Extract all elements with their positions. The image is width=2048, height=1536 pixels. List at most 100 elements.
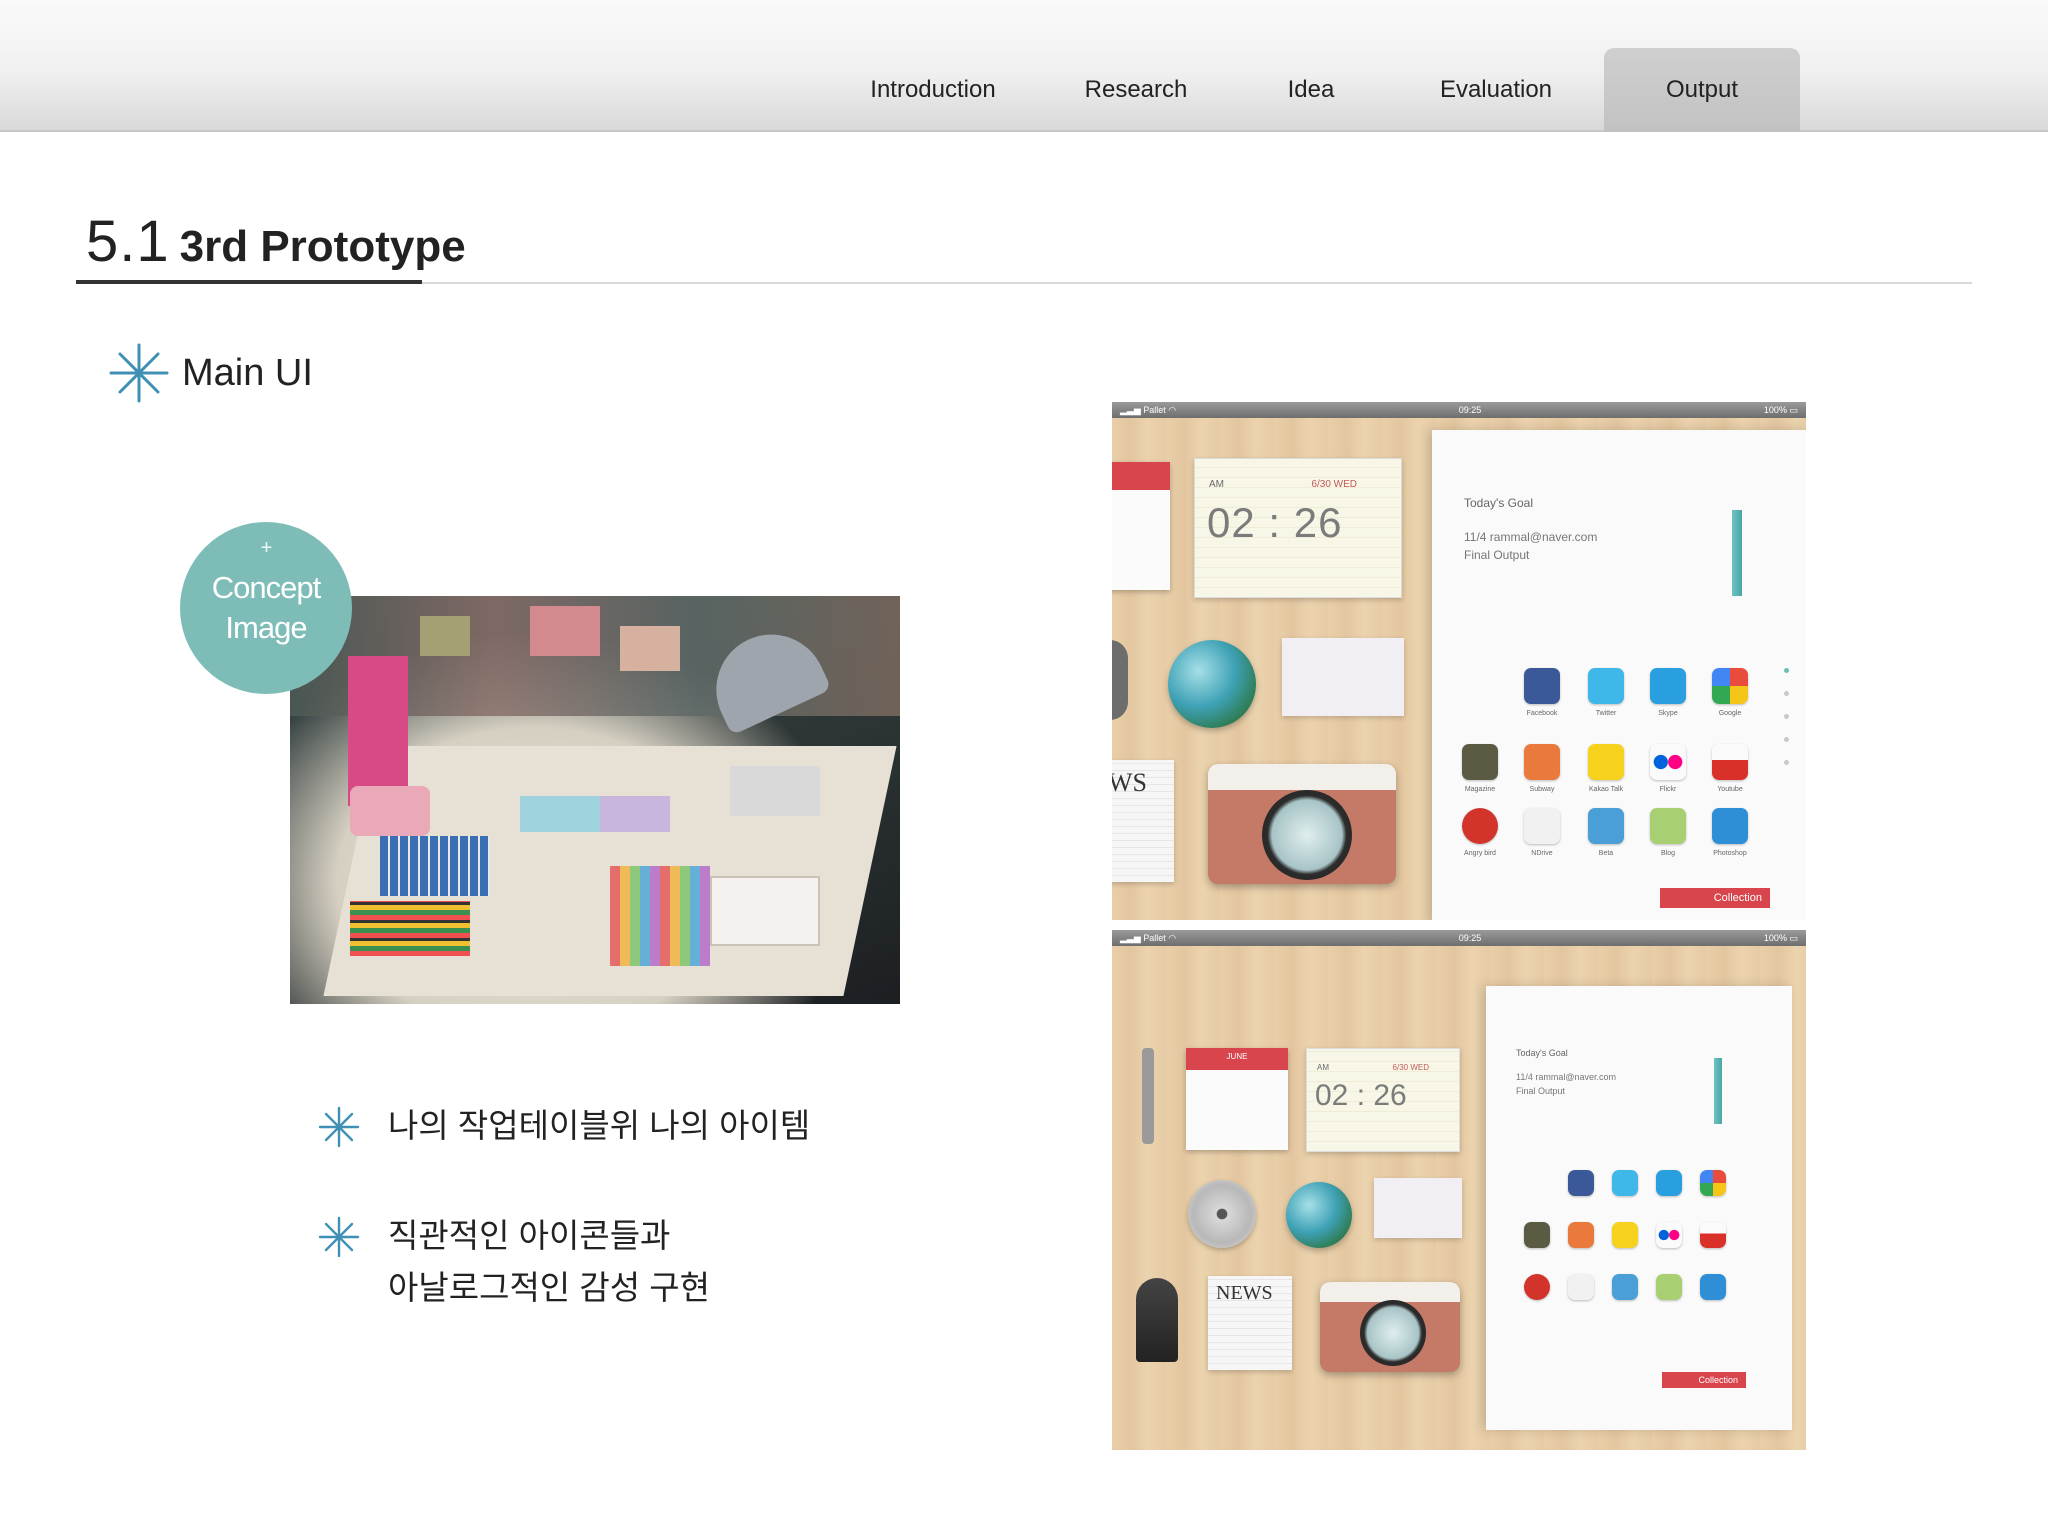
page-indicator[interactable] — [1784, 668, 1789, 783]
camera-icon[interactable] — [1320, 1282, 1460, 1372]
skype-app-icon[interactable] — [1650, 668, 1686, 704]
mail-icon[interactable] — [1374, 1178, 1462, 1238]
microphone-icon[interactable] — [1136, 1278, 1178, 1362]
magazine-app-icon[interactable] — [1524, 1222, 1550, 1248]
twitter-app-icon[interactable] — [1588, 668, 1624, 704]
subway-app-icon[interactable] — [1568, 1222, 1594, 1248]
clock-time: 02 : 26 — [1315, 1079, 1407, 1112]
clock-date: 6/30 WED — [1392, 1063, 1429, 1072]
app-label: Flickr — [1659, 786, 1677, 793]
tab-introduction[interactable]: Introduction — [820, 48, 1046, 132]
globe-icon[interactable] — [1286, 1182, 1352, 1248]
collection-ribbon[interactable]: Collection — [1660, 888, 1770, 908]
twitter-app-icon[interactable] — [1612, 1170, 1638, 1196]
camera-icon[interactable] — [1208, 764, 1396, 884]
collection-label: Collection — [1698, 1375, 1738, 1385]
bullet-item: 나의 작업테이블위 나의 아이템 — [318, 1100, 810, 1152]
kakaotalk-app-icon[interactable] — [1612, 1222, 1638, 1248]
google-app-icon[interactable] — [1700, 1170, 1726, 1196]
news-label: NEWS — [1216, 1282, 1273, 1304]
status-time: 09:25 — [1458, 405, 1482, 415]
app-label: NDrive — [1531, 850, 1553, 857]
clock-widget[interactable]: AM 6/30 WED 02 : 26 — [1306, 1048, 1460, 1152]
beta-app-icon[interactable] — [1588, 808, 1624, 844]
signal-icon: ▂▃▅ — [1120, 932, 1141, 943]
tab-output[interactable]: Output — [1604, 48, 1800, 132]
angrybird-app-icon[interactable] — [1524, 1274, 1550, 1300]
beta-app-icon[interactable] — [1612, 1274, 1638, 1300]
app-label: Subway — [1529, 786, 1555, 793]
youtube-app-icon[interactable] — [1700, 1222, 1726, 1248]
section-number: 5.1 — [86, 209, 170, 274]
battery-icon: ▭ — [1789, 404, 1798, 415]
photoshop-app-icon[interactable] — [1712, 808, 1748, 844]
app-label: Google — [1718, 710, 1742, 717]
blog-app-icon[interactable] — [1656, 1274, 1682, 1300]
tab-evaluation[interactable]: Evaluation — [1396, 48, 1596, 132]
ui-mockup-top: ▂▃▅ Pallet ◠ 09:25 100% ▭ AM 6/30 WED 02… — [1112, 402, 1806, 920]
wrench-icon[interactable] — [1142, 1048, 1154, 1144]
goal-title: Today's Goal — [1464, 496, 1533, 510]
music-cd-icon[interactable] — [1188, 1180, 1256, 1248]
calendar-widget[interactable]: JUNE — [1186, 1048, 1288, 1150]
ui-mockup-bottom: ▂▃▅ Pallet ◠ 09:25 100% ▭ JUNE AM 6/30 W… — [1112, 930, 1806, 1450]
status-time: 09:25 — [1458, 933, 1482, 943]
top-nav-bar: Introduction Research Idea Evaluation Ou… — [0, 0, 2048, 132]
magazine-app-icon[interactable] — [1462, 744, 1498, 780]
kakaotalk-app-icon[interactable] — [1588, 744, 1624, 780]
wifi-icon: ◠ — [1168, 404, 1177, 415]
app-label: Beta — [1598, 850, 1614, 857]
flickr-app-icon[interactable] — [1650, 744, 1686, 780]
carrier-label: Pallet — [1143, 932, 1166, 943]
ndrive-app-icon[interactable] — [1568, 1274, 1594, 1300]
angrybird-app-icon[interactable] — [1462, 808, 1498, 844]
battery-icon: ▭ — [1789, 932, 1798, 943]
battery-level: 100% — [1763, 932, 1787, 943]
bullet-text: 직관적인 아이콘들과 — [388, 1217, 671, 1254]
youtube-app-icon[interactable] — [1712, 744, 1748, 780]
calendar-widget[interactable] — [1112, 462, 1170, 590]
ndrive-app-icon[interactable] — [1524, 808, 1560, 844]
skype-app-icon[interactable] — [1656, 1170, 1682, 1196]
goal-title: Today's Goal — [1516, 1048, 1568, 1058]
google-app-icon[interactable] — [1712, 668, 1748, 704]
app-label: Blog — [1660, 850, 1675, 857]
pencil-icon[interactable] — [1732, 510, 1742, 596]
bullet-text: 아날로그적인 감성 구현 — [388, 1269, 710, 1306]
tab-idea[interactable]: Idea — [1226, 48, 1396, 132]
concept-photo — [290, 596, 900, 1004]
concept-image-badge: + Concept Image — [180, 522, 352, 694]
subsection-title: Main UI — [182, 351, 313, 394]
facebook-app-icon[interactable] — [1568, 1170, 1594, 1196]
app-label: Twitter — [1595, 710, 1617, 717]
app-label: Kakao Talk — [1588, 786, 1624, 793]
photoshop-app-icon[interactable] — [1700, 1274, 1726, 1300]
news-widget[interactable]: NEWS — [1208, 1276, 1292, 1370]
goal-line: 11/4 rammal@naver.com — [1464, 530, 1598, 544]
clock-ampm: AM — [1209, 479, 1224, 490]
globe-icon[interactable] — [1168, 640, 1256, 728]
subway-app-icon[interactable] — [1524, 744, 1560, 780]
news-label: WS — [1112, 768, 1147, 797]
flickr-app-icon[interactable] — [1656, 1222, 1682, 1248]
collection-ribbon[interactable]: Collection — [1662, 1372, 1746, 1388]
news-widget[interactable]: WS — [1112, 760, 1174, 882]
mail-icon[interactable] — [1282, 638, 1404, 716]
facebook-app-icon[interactable] — [1524, 668, 1560, 704]
clock-date: 6/30 WED — [1311, 479, 1357, 490]
blog-app-icon[interactable] — [1650, 808, 1686, 844]
carrier-label: Pallet — [1143, 404, 1166, 415]
clock-time: 02 : 26 — [1207, 499, 1343, 546]
goal-line: Final Output — [1516, 1086, 1566, 1096]
badge-line2: Image — [225, 610, 307, 645]
tab-research[interactable]: Research — [1046, 48, 1226, 132]
clock-widget[interactable]: AM 6/30 WED 02 : 26 — [1194, 458, 1402, 598]
pencil-icon[interactable] — [1714, 1058, 1722, 1124]
asterisk-icon — [318, 1106, 360, 1148]
goal-line: Final Output — [1464, 548, 1530, 562]
goal-line: 11/4 rammal@naver.com — [1516, 1072, 1617, 1082]
app-label: Skype — [1658, 710, 1678, 717]
battery-level: 100% — [1763, 404, 1787, 415]
subsection-heading: Main UI — [108, 342, 313, 404]
tool-icon[interactable] — [1112, 640, 1128, 720]
